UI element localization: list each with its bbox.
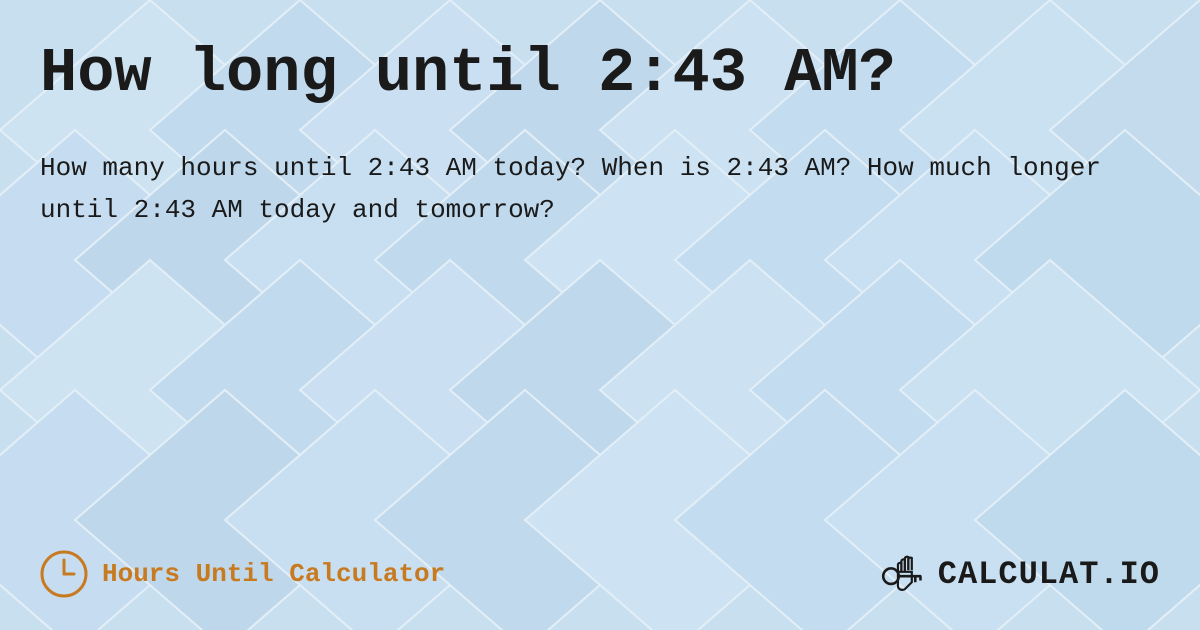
- clock-icon: [40, 550, 88, 598]
- hours-calculator-branding: Hours Until Calculator: [40, 550, 445, 598]
- page-title: How long until 2:43 AM?: [40, 40, 1160, 108]
- page-description: How many hours until 2:43 AM today? When…: [40, 148, 1140, 231]
- hours-calculator-label: Hours Until Calculator: [102, 559, 445, 589]
- calculat-io-icon: [878, 548, 930, 600]
- calculat-io-text: CALCULAT.IO: [938, 556, 1160, 593]
- calculat-io-logo: CALCULAT.IO: [878, 548, 1160, 600]
- footer: Hours Until Calculator: [40, 528, 1160, 600]
